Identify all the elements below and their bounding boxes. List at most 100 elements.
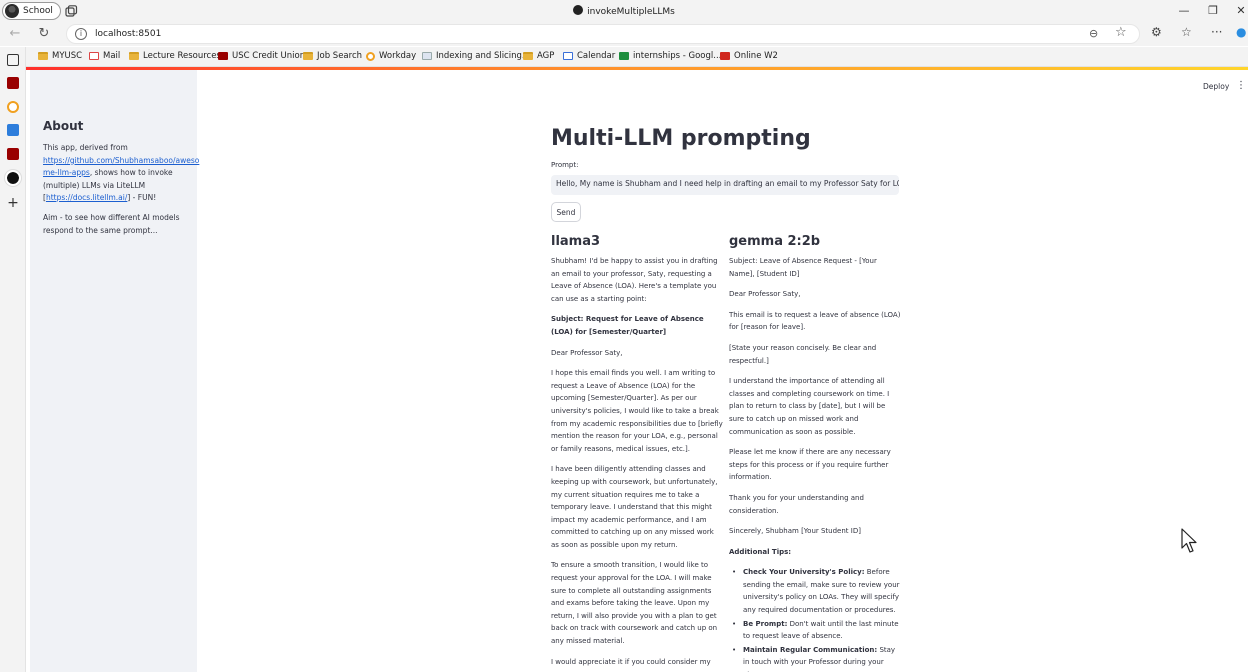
bookmark-workday[interactable]: Workday <box>366 51 416 61</box>
address-bar[interactable]: i localhost:8501 ⊖ ☆ <box>66 24 1140 44</box>
model-heading: gemma 2:2b <box>729 234 821 249</box>
close-icon[interactable]: ✕ <box>1233 3 1248 19</box>
tips-list: Check Your University's Policy: Before s… <box>729 566 901 672</box>
sidebar-aim: Aim - to see how different AI models res… <box>43 213 180 235</box>
back-icon[interactable]: ← <box>6 25 24 43</box>
maximize-icon[interactable]: ❐ <box>1205 3 1221 19</box>
bookmark-internships[interactable]: internships - Googl... <box>619 51 721 61</box>
favorite-star-icon[interactable]: ☆ <box>1115 25 1127 40</box>
docs-link[interactable]: https://docs.litellm.ai/ <box>46 193 127 202</box>
extensions-icon[interactable]: ⚙ <box>1151 25 1162 39</box>
response-column-llama3: llama3 Shubham! I'd be happy to assist y… <box>551 234 723 672</box>
streamlit-tab-icon[interactable] <box>5 170 21 186</box>
adp-icon <box>720 52 730 60</box>
mouse-cursor-icon <box>1181 528 1197 553</box>
more-menu-icon[interactable]: ··· <box>1211 25 1222 39</box>
gmail-icon <box>89 52 99 60</box>
bookmarks-bar: MYUSC Mail Lecture Resources USC Credit … <box>0 47 1248 67</box>
bookmark-job-search[interactable]: Job Search <box>303 51 362 61</box>
minimize-icon[interactable]: — <box>1176 3 1192 19</box>
bookmark-label: AGP <box>537 51 555 61</box>
bookmark-label: internships - Googl... <box>633 51 722 61</box>
response-paragraph: I hope this email finds you well. I am w… <box>551 369 723 453</box>
new-tab-plus-icon[interactable]: + <box>7 196 19 210</box>
streamlit-favicon-icon <box>573 5 584 15</box>
response-body: Subject: Leave of Absence Request - [You… <box>729 255 901 558</box>
page-title: Multi-LLM prompting <box>551 126 811 151</box>
bookmark-calendar[interactable]: Calendar <box>563 51 615 61</box>
workday-tab-icon[interactable] <box>7 101 19 113</box>
window-title: invokeMultipleLLMs <box>0 5 1248 17</box>
p-tab-icon[interactable] <box>7 124 19 136</box>
bookmark-label: Indexing and Slicing... <box>436 51 530 61</box>
prompt-label: Prompt: <box>551 161 579 169</box>
calendar-icon <box>563 52 573 60</box>
bookmark-label: Job Search <box>317 51 363 61</box>
site-info-icon[interactable]: i <box>75 28 87 40</box>
bookmark-myusc[interactable]: MYUSC <box>38 51 82 61</box>
response-paragraph: Please let me know if there are any nece… <box>729 448 891 482</box>
folder-icon <box>129 52 139 60</box>
intro-text: This app, derived from <box>43 143 128 152</box>
response-paragraph: I would appreciate it if you could consi… <box>551 657 711 666</box>
bookmark-label: Online W2 <box>734 51 778 61</box>
sidebar-intro: This app, derived from https://github.co… <box>43 142 199 205</box>
response-paragraph: Additional Tips: <box>729 547 792 556</box>
bookmark-agp[interactable]: AGP <box>523 51 554 61</box>
tip-item: Maintain Regular Communication: Stay in … <box>729 644 901 672</box>
sidebar-heading: About <box>43 119 84 133</box>
usc-tab-icon[interactable] <box>7 77 19 89</box>
bookmark-mail[interactable]: Mail <box>89 51 120 61</box>
main-menu-icon[interactable]: ⋮ <box>1236 80 1246 91</box>
send-button[interactable]: Send <box>551 202 581 222</box>
response-paragraph: [State your reason concisely. Be clear a… <box>729 343 877 365</box>
prompt-input[interactable]: Hello, My name is Shubham and I need hel… <box>551 175 899 195</box>
folder-icon <box>523 52 533 60</box>
bookmark-usc-credit-union[interactable]: USC Credit Union <box>218 51 305 61</box>
sheets-icon <box>619 52 629 60</box>
tab-overview-icon[interactable] <box>7 54 19 66</box>
response-paragraph: I understand the importance of attending… <box>729 377 890 436</box>
response-paragraph: Thank you for your understanding and con… <box>729 493 864 515</box>
vertical-sidebar: + <box>0 47 26 672</box>
bookmark-label: Workday <box>379 51 417 61</box>
response-body: Shubham! I'd be happy to assist you in d… <box>551 255 723 668</box>
response-paragraph: Subject: Request for Leave of Absence (L… <box>551 315 704 336</box>
address-url[interactable]: localhost:8501 <box>95 29 161 39</box>
app-sidebar: About This app, derived from https://git… <box>30 70 199 672</box>
copilot-icon[interactable]: ● <box>1236 25 1246 39</box>
repo-link-line1: https://github.com/Shubhamsaboo/aweso <box>43 155 200 165</box>
response-column-gemma: gemma 2:2b Subject: Leave of Absence Req… <box>729 234 901 672</box>
response-paragraph: I have been diligently attending classes… <box>551 465 718 549</box>
bookmark-indexing-and-slicing[interactable]: Indexing and Slicing... <box>422 51 530 61</box>
favorites-icon[interactable]: ☆ <box>1181 25 1192 39</box>
bookmark-label: MYUSC <box>52 51 83 61</box>
response-paragraph: Dear Professor Saty, <box>729 290 801 299</box>
bookmark-lecture-resources[interactable]: Lecture Resources <box>129 51 221 61</box>
response-paragraph: Subject: Leave of Absence Request - [You… <box>729 257 877 278</box>
folder-icon <box>303 52 313 60</box>
model-heading: llama3 <box>551 234 601 249</box>
response-paragraph: Dear Professor Saty, <box>551 348 623 357</box>
response-paragraph: Sincerely, Shubham [Your Student ID] <box>729 527 861 536</box>
tip-item: Check Your University's Policy: Before s… <box>729 566 901 616</box>
zoom-icon[interactable]: ⊖ <box>1089 27 1098 40</box>
usc-tab-icon[interactable] <box>7 148 19 160</box>
navigation-toolbar: ← ↻ i localhost:8501 ⊖ ☆ <box>0 22 1248 46</box>
intro-end: ] - FUN! <box>127 193 157 202</box>
bookmark-label: USC Credit Union <box>232 51 306 61</box>
bookmark-label: Calendar <box>577 51 616 61</box>
workday-icon <box>366 51 375 61</box>
response-paragraph: This email is to request a leave of abse… <box>729 310 901 332</box>
window-title-text: invokeMultipleLLMs <box>587 7 675 17</box>
tip-title: Check Your University's Policy: <box>743 568 865 577</box>
document-icon <box>422 52 432 60</box>
deploy-button[interactable]: Deploy <box>1203 82 1229 91</box>
bookmark-label: Lecture Resources <box>143 51 221 61</box>
tip-item: Be Prompt: Don't wait until the last min… <box>729 618 901 643</box>
bookmark-online-w2[interactable]: Online W2 <box>720 51 778 61</box>
response-paragraph: To ensure a smooth transition, I would l… <box>551 561 718 646</box>
tip-title: Maintain Regular Communication: <box>743 645 878 654</box>
refresh-icon[interactable]: ↻ <box>35 25 53 43</box>
folder-icon <box>38 52 48 60</box>
